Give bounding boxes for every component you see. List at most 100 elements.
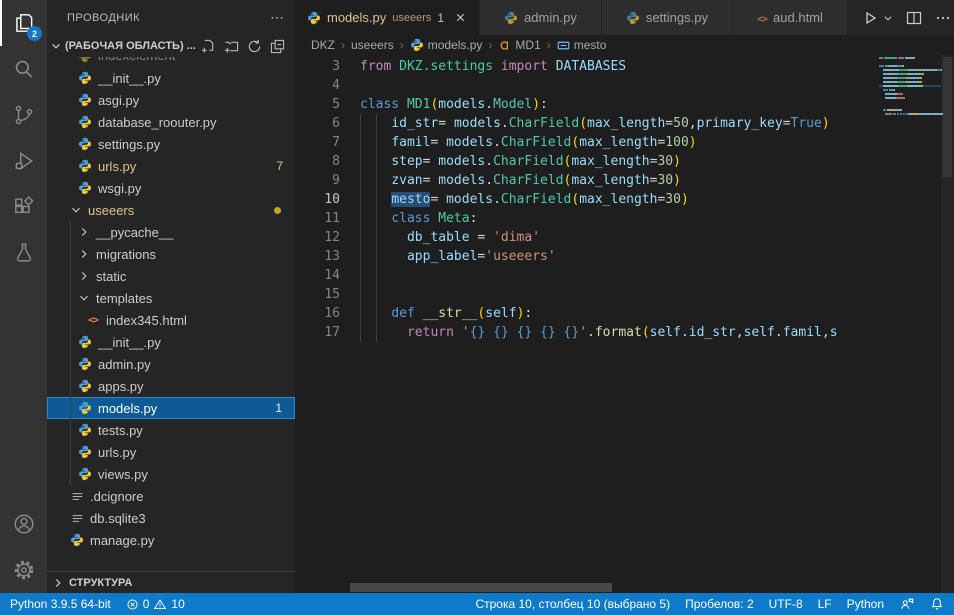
tree-item-label: models.py bbox=[98, 401, 157, 416]
tree-item-label: database_roouter.py bbox=[98, 115, 217, 130]
activity-explorer-icon[interactable]: 2 bbox=[0, 0, 47, 46]
python-file-icon bbox=[77, 445, 93, 459]
minimap[interactable] bbox=[879, 57, 941, 117]
breadcrumb-MD1[interactable]: MD1 bbox=[498, 38, 540, 52]
more-icon[interactable] bbox=[935, 10, 951, 26]
tab-problems-badge: 1 bbox=[437, 11, 444, 25]
editor-group: models.pyuseeers1admin.pysettings.py<>au… bbox=[295, 0, 954, 593]
horizontal-scrollbar[interactable] bbox=[350, 583, 612, 592]
breadcrumb-label: DKZ bbox=[311, 38, 335, 52]
tree-item-indexelement[interactable]: indexelement bbox=[47, 57, 295, 67]
activity-settings-icon[interactable] bbox=[0, 547, 47, 593]
status-item[interactable]: Пробелов: 2 bbox=[685, 597, 754, 611]
close-icon[interactable] bbox=[454, 11, 467, 24]
new-folder-icon[interactable] bbox=[224, 39, 239, 54]
sidebar-header: ПРОВОДНИК ⋯ bbox=[47, 0, 295, 35]
vertical-scrollbar[interactable] bbox=[941, 55, 954, 593]
status-bar: Python 3.9.5 64-bit 0 10 Строка 10, стол… bbox=[0, 593, 954, 615]
split-editor-icon[interactable] bbox=[906, 10, 922, 26]
breadcrumb-label: models.py bbox=[428, 38, 483, 52]
status-item[interactable]: Python bbox=[847, 597, 884, 611]
tree-item-label: urls.py bbox=[98, 445, 136, 460]
breadcrumb-separator: › bbox=[547, 38, 551, 52]
activity-account-icon[interactable] bbox=[0, 501, 47, 547]
tree-item-wsgi.py[interactable]: wsgi.py bbox=[47, 177, 295, 199]
breadcrumb-separator: › bbox=[341, 38, 345, 52]
run-dropdown-icon[interactable] bbox=[883, 13, 893, 23]
tree-item-urls.py[interactable]: urls.py bbox=[47, 441, 295, 463]
tree-item-index345.html[interactable]: <> index345.html bbox=[47, 309, 295, 331]
tab-aud.html[interactable]: <>aud.html bbox=[733, 0, 848, 35]
tree-item-.dcignore[interactable]: .dcignore bbox=[47, 485, 295, 507]
refresh-icon[interactable] bbox=[247, 39, 262, 54]
python-file-icon bbox=[77, 357, 93, 371]
tree-item-useeers[interactable]: useeers bbox=[47, 199, 295, 221]
tree-item-db.sqlite3[interactable]: db.sqlite3 bbox=[47, 507, 295, 529]
collapse-all-icon[interactable] bbox=[270, 39, 285, 54]
code-line-7: famil= models.CharField(max_length=100) bbox=[360, 133, 874, 152]
tab-settings.py[interactable]: settings.py bbox=[602, 0, 733, 35]
python-file-icon bbox=[77, 467, 93, 481]
breadcrumb-label: useeers bbox=[351, 38, 394, 52]
tree-item-admin.py[interactable]: admin.py bbox=[47, 353, 295, 375]
new-file-icon[interactable] bbox=[201, 39, 216, 54]
activity-source-control-icon[interactable] bbox=[0, 92, 47, 138]
html-file-icon: <> bbox=[757, 10, 767, 25]
run-icon[interactable] bbox=[862, 10, 878, 26]
tab-admin.py[interactable]: admin.py bbox=[480, 0, 602, 35]
code-content[interactable]: from DKZ.settings import DATABASESclass … bbox=[360, 57, 874, 342]
code-editor[interactable]: 34567891011121314151617 from DKZ.setting… bbox=[295, 55, 954, 593]
activity-search-icon[interactable] bbox=[0, 46, 47, 92]
outline-section-header[interactable]: СТРУКТУРА bbox=[47, 571, 295, 593]
problems-status[interactable]: 0 10 bbox=[126, 597, 185, 611]
feedback-icon[interactable] bbox=[899, 597, 915, 611]
status-item[interactable]: UTF-8 bbox=[769, 597, 803, 611]
bell-icon[interactable] bbox=[930, 597, 944, 611]
tree-item-static[interactable]: static bbox=[47, 265, 295, 287]
python-file-icon bbox=[69, 533, 85, 547]
activity-extensions-icon[interactable] bbox=[0, 184, 47, 230]
code-line-6: id_str= models.CharField(max_length=50,p… bbox=[360, 114, 874, 133]
tree-item-apps.py[interactable]: apps.py bbox=[47, 375, 295, 397]
tree-item-label: apps.py bbox=[98, 379, 144, 394]
tree-item-label: views.py bbox=[98, 467, 148, 482]
tab-models.py[interactable]: models.pyuseeers1 bbox=[295, 0, 480, 35]
breadcrumb-DKZ[interactable]: DKZ bbox=[311, 38, 335, 52]
tab-label: models.py bbox=[327, 10, 386, 25]
breadcrumb-mesto[interactable]: mesto bbox=[557, 38, 607, 52]
tree-item-asgi.py[interactable]: asgi.py bbox=[47, 89, 295, 111]
chevron-right-icon bbox=[51, 576, 65, 590]
activity-run-debug-icon[interactable] bbox=[0, 138, 47, 184]
tree-item-database_roouter.py[interactable]: database_roouter.py bbox=[47, 111, 295, 133]
tree-item-migrations[interactable]: migrations bbox=[47, 243, 295, 265]
activity-testing-icon[interactable] bbox=[0, 230, 47, 276]
python-interpreter-status[interactable]: Python 3.9.5 64-bit bbox=[10, 597, 111, 611]
html-file-icon: <> bbox=[85, 315, 101, 326]
tab-label: settings.py bbox=[646, 10, 708, 25]
sidebar-more-actions-icon[interactable]: ⋯ bbox=[270, 9, 285, 26]
code-line-14 bbox=[360, 266, 874, 285]
workspace-section-header[interactable]: (РАБОЧАЯ ОБЛАСТЬ) ... bbox=[47, 35, 295, 57]
tree-item-templates[interactable]: templates bbox=[47, 287, 295, 309]
tree-item-label: useeers bbox=[88, 203, 134, 218]
breadcrumb-useeers[interactable]: useeers bbox=[351, 38, 394, 52]
tree-item-label: index345.html bbox=[106, 313, 187, 328]
tree-item-models.py[interactable]: models.py1 bbox=[47, 397, 295, 419]
tree-item-__pycache__[interactable]: __pycache__ bbox=[47, 221, 295, 243]
status-item[interactable]: Строка 10, столбец 10 (выбрано 5) bbox=[475, 597, 670, 611]
tree-item-manage.py[interactable]: manage.py bbox=[47, 529, 295, 551]
python-file-icon bbox=[77, 423, 93, 437]
python-file-icon bbox=[626, 11, 640, 25]
line-number: 13 bbox=[295, 247, 340, 266]
python-file-icon bbox=[77, 181, 93, 195]
breadcrumb-models.py[interactable]: models.py bbox=[410, 38, 483, 52]
tree-item-settings.py[interactable]: settings.py bbox=[47, 133, 295, 155]
line-number: 15 bbox=[295, 285, 340, 304]
tree-item-__init__.py[interactable]: __init__.py bbox=[47, 331, 295, 353]
status-item[interactable]: LF bbox=[818, 597, 832, 611]
tree-item-__init__.py[interactable]: __init__.py bbox=[47, 67, 295, 89]
tree-item-views.py[interactable]: views.py bbox=[47, 463, 295, 485]
python-icon bbox=[410, 38, 424, 52]
tree-item-urls.py[interactable]: urls.py7 bbox=[47, 155, 295, 177]
tree-item-tests.py[interactable]: tests.py bbox=[47, 419, 295, 441]
